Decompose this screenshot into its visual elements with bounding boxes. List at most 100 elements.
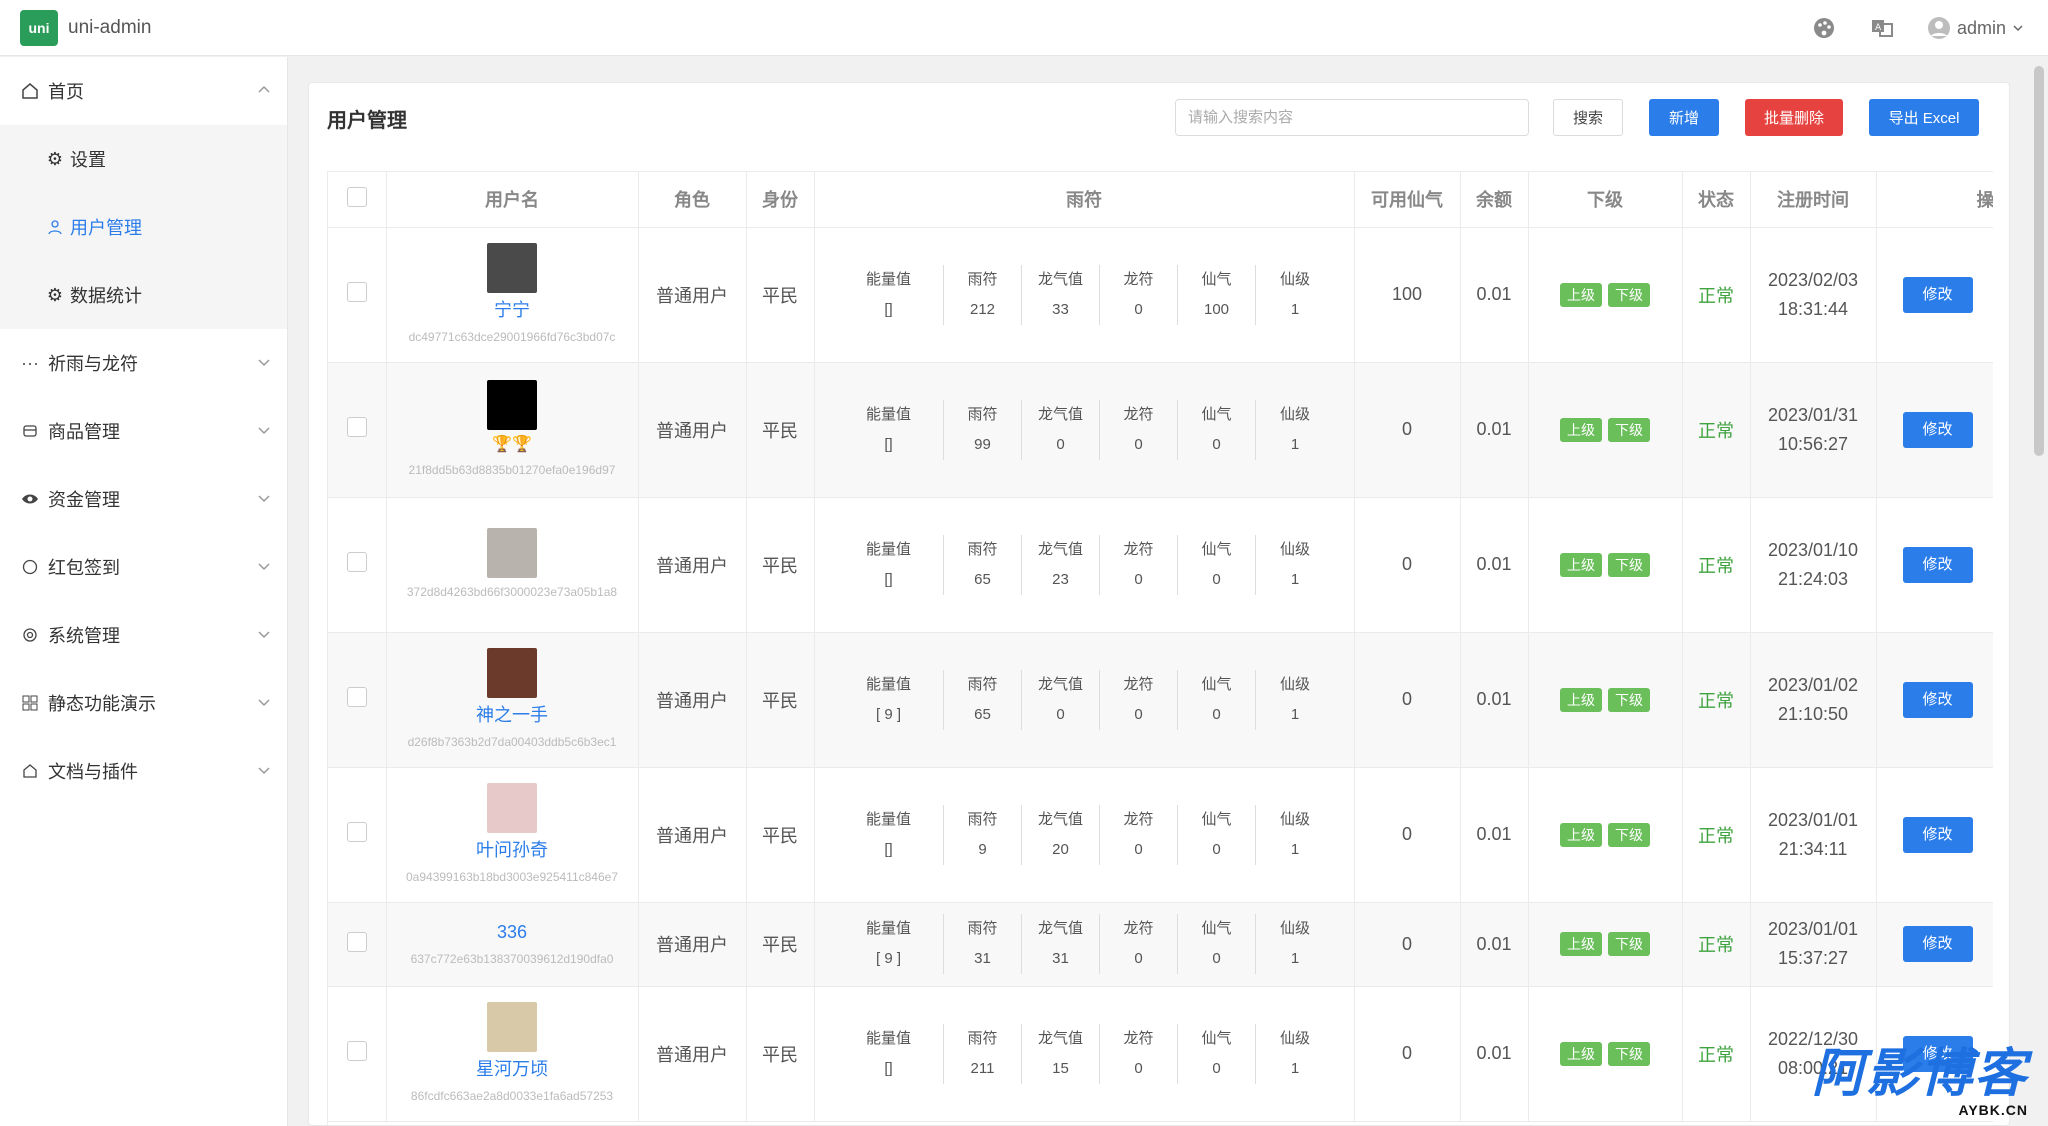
user-name-link[interactable]: 神之一手	[387, 702, 638, 728]
subordinate-tag[interactable]: 下级	[1608, 822, 1650, 847]
app-logo[interactable]: uni uni-admin	[20, 9, 151, 46]
user-name-link[interactable]: 336	[387, 919, 638, 945]
table-row[interactable]: 372d8d4263bd66f3000023e73a05b1a8 普通用户 平民 能量…	[328, 497, 1993, 633]
table-row[interactable]: 叶问孙奇 0a94399163b18bd3003e925411c846e7 普通用户…	[328, 767, 1993, 903]
column-header[interactable]: 角色	[638, 172, 747, 228]
avatar[interactable]	[487, 1001, 537, 1052]
superior-tag[interactable]: 上级	[1560, 932, 1602, 956]
user-name-link[interactable]: 星河万顷	[387, 1056, 638, 1082]
attr-key: 仙气	[1201, 920, 1232, 937]
attr-item: 仙级 1	[1256, 535, 1334, 595]
column-header[interactable]: 下级	[1528, 172, 1683, 228]
subordinate-tag[interactable]: 下级	[1608, 552, 1650, 577]
sidebar-item-docs[interactable]: 文档与插件	[0, 737, 287, 805]
avatar[interactable]	[487, 242, 537, 293]
column-header[interactable]: 状态	[1682, 172, 1751, 228]
column-header[interactable]: 可用仙气	[1354, 172, 1461, 228]
edit-button[interactable]: 修改	[1902, 816, 1973, 853]
sidebar-item-user-management[interactable]: 用户管理	[0, 193, 287, 261]
edit-button[interactable]: 修改	[1902, 411, 1973, 448]
column-header[interactable]: 余额	[1460, 172, 1529, 228]
avatar[interactable]	[487, 647, 537, 698]
attr-value: 65	[974, 570, 991, 588]
search-button[interactable]: 搜索	[1553, 99, 1623, 136]
edit-button[interactable]: 修改	[1902, 681, 1973, 718]
attr-key: 龙气值	[1037, 675, 1083, 693]
row-checkbox[interactable]	[346, 282, 367, 302]
palette-icon[interactable]	[1811, 15, 1837, 41]
column-header[interactable]: 操作	[1876, 172, 1993, 228]
register-time-cell: 2023/01/01 15:37:27	[1750, 902, 1877, 987]
sidebar-item-goods[interactable]: 商品管理	[0, 397, 287, 465]
row-checkbox[interactable]	[346, 931, 367, 952]
superior-tag[interactable]: 上级	[1560, 417, 1602, 442]
username-cell: 神之一手 d26f8b7363b2d7da00403ddb5c6b3ec1	[386, 632, 639, 768]
column-header[interactable]: 雨符	[814, 172, 1355, 228]
table-row[interactable]: 宁宁 dc49771c63dce29001966fd76c3bd07c 普通用户 平民…	[328, 227, 1993, 363]
column-header[interactable]: 注册时间	[1750, 172, 1877, 228]
table-row[interactable]: 336 637c772e63b138370039612d190dfa0 普通用户 平民…	[328, 902, 1993, 987]
edit-button[interactable]: 修改	[1902, 926, 1973, 963]
sidebar-item-funds[interactable]: 资金管理	[0, 465, 287, 533]
translate-icon[interactable]: A	[1869, 15, 1895, 41]
watermark-url: AYBK.CN	[1958, 1102, 2028, 1118]
attr-key: 仙气	[1201, 405, 1232, 423]
avatar[interactable]	[487, 527, 537, 578]
ellipsis-icon: ···	[21, 352, 39, 373]
xianqi-cell: 0	[1354, 632, 1461, 768]
superior-tag[interactable]: 上级	[1560, 687, 1602, 712]
row-checkbox[interactable]	[346, 687, 367, 707]
row-checkbox[interactable]	[346, 417, 367, 437]
attr-key: 雨符	[967, 675, 998, 693]
edit-button[interactable]: 修改	[1902, 546, 1973, 583]
batch-delete-button[interactable]: 批量删除	[1745, 99, 1843, 136]
attr-item: 龙符 0	[1100, 804, 1178, 865]
attr-item: 龙气值 15	[1022, 1023, 1100, 1084]
row-checkbox[interactable]	[346, 1041, 367, 1061]
sidebar-item-redpacket[interactable]: 红包签到	[0, 533, 287, 601]
rain-talisman-cell: 能量值 [] 雨符 99 龙气值 0 龙符 0 仙气 0 仙级 1	[814, 362, 1355, 498]
user-name-link[interactable]: 叶问孙奇	[387, 837, 638, 863]
sidebar-item-settings[interactable]: ⚙ 设置	[0, 125, 287, 193]
sidebar-item-rain-dragon[interactable]: ··· 祈雨与龙符	[0, 329, 287, 397]
superior-tag[interactable]: 上级	[1560, 282, 1602, 307]
sidebar-item-static-demo[interactable]: 静态功能演示	[0, 669, 287, 737]
avatar[interactable]	[487, 782, 537, 833]
subordinate-tag[interactable]: 下级	[1608, 282, 1650, 307]
column-header[interactable]: 身份	[746, 172, 815, 228]
register-time: 21:34:11	[1778, 838, 1848, 859]
user-name-link[interactable]: 宁宁	[387, 297, 638, 323]
user-menu[interactable]: admin	[1927, 16, 2024, 40]
table-row[interactable]: 🏆🏆 21f8dd5b63d8835b01270efa0e196d97 普通用户 平民…	[328, 362, 1993, 498]
row-checkbox[interactable]	[346, 822, 367, 842]
subordinate-tag[interactable]: 下级	[1608, 932, 1650, 956]
plugin-icon	[20, 761, 40, 781]
table-row[interactable]: 神之一手 d26f8b7363b2d7da00403ddb5c6b3ec1 普通用户…	[328, 632, 1993, 768]
subordinate-cell: 上级 下级	[1528, 902, 1683, 987]
avatar[interactable]	[487, 379, 537, 430]
page-scrollbar[interactable]	[2034, 66, 2044, 456]
sidebar-item-statistics[interactable]: ⚙ 数据统计	[0, 261, 287, 329]
sidebar: 首页 ⚙ 设置 用户管理 ⚙ 数据统计 ··· 祈雨与龙符 商品管理 资金管理 …	[0, 57, 288, 1126]
superior-tag[interactable]: 上级	[1560, 552, 1602, 577]
table-row[interactable]: 星河万顷 86fcdfc663ae2a8d0033e1fa6ad57253 普通用户…	[328, 986, 1993, 1122]
superior-tag[interactable]: 上级	[1560, 822, 1602, 847]
subordinate-tag[interactable]: 下级	[1608, 687, 1650, 712]
attr-key: 能量值	[865, 270, 911, 288]
balance-cell: 0.01	[1460, 902, 1529, 987]
select-all-checkbox[interactable]	[346, 186, 367, 207]
status-cell: 正常	[1682, 902, 1751, 987]
sidebar-item-system[interactable]: 系统管理	[0, 601, 287, 669]
subordinate-tag[interactable]: 下级	[1608, 417, 1650, 442]
attr-value: [ 9 ]	[875, 950, 901, 967]
column-header[interactable]: 用户名	[386, 172, 639, 228]
sidebar-item-home[interactable]: 首页	[0, 57, 287, 125]
export-excel-button[interactable]: 导出 Excel	[1869, 99, 1979, 136]
search-input[interactable]	[1175, 99, 1529, 136]
row-checkbox[interactable]	[346, 552, 367, 572]
superior-tag[interactable]: 上级	[1560, 1041, 1602, 1066]
subordinate-tag[interactable]: 下级	[1608, 1041, 1650, 1066]
edit-button[interactable]: 修改	[1902, 276, 1973, 313]
attr-item: 雨符 65	[944, 669, 1022, 730]
add-button[interactable]: 新增	[1649, 99, 1719, 136]
